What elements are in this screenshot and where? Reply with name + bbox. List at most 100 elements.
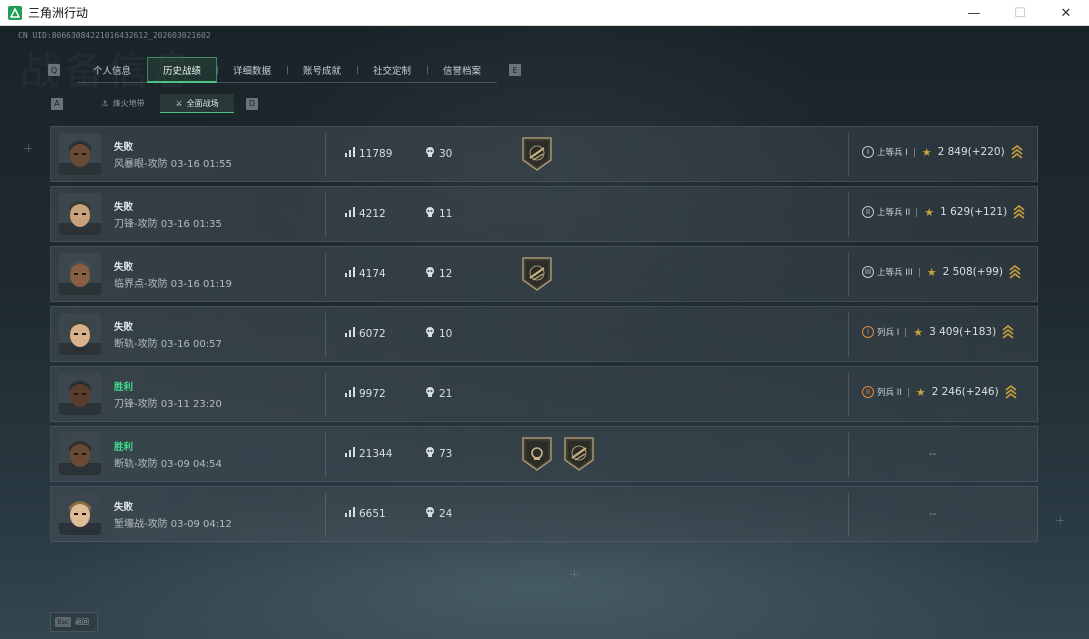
- tab-2[interactable]: 详细数据: [217, 57, 287, 83]
- tab-4[interactable]: 社交定制: [357, 57, 427, 83]
- kills-stat: 30: [425, 147, 452, 160]
- back-button[interactable]: Esc 返回: [50, 612, 98, 632]
- tab-3[interactable]: 账号成就: [287, 57, 357, 83]
- map-and-time: 刀锋-攻防 03-16 01:35: [114, 219, 222, 230]
- row-divider: [325, 433, 326, 477]
- subtab-label: 烽火地带: [112, 99, 145, 108]
- maximize-button[interactable]: ☐: [997, 0, 1043, 26]
- match-result: 失败: [114, 262, 134, 273]
- match-row[interactable]: 失败 断轨-攻防 03-16 00:57 6072 10 I 列兵 I ★ 3 409(+18…: [50, 306, 1038, 362]
- map-and-time: 断轨-攻防 03-09 04:54: [114, 459, 222, 470]
- score-stat: 21344: [345, 447, 392, 460]
- rank-score: 3 409(+183): [929, 326, 997, 338]
- score-stat: 4212: [345, 207, 386, 220]
- match-row[interactable]: 失败 风暴眼-攻防 03-16 01:55 11789 30 I 上等兵 I ★ 2 849(…: [50, 126, 1038, 182]
- rank-badge-icon: I: [862, 146, 874, 158]
- main-tab-bar: Q 个人信息 历史战绩 详细数据 账号成就 社交定制 信誉档案 E: [48, 57, 521, 83]
- rank-info: I 列兵 I ★ 3 409(+183): [862, 325, 1014, 339]
- crosshair-decoration: [1056, 516, 1064, 524]
- subtab-0[interactable]: ⚓ 烽火地带: [86, 94, 160, 113]
- subtab-prev-key[interactable]: A: [51, 97, 63, 110]
- score-stat: 6651: [345, 507, 386, 520]
- app-logo-icon: [8, 5, 22, 20]
- uid-label: CN UID:80663084221016432612_202603021602: [18, 31, 211, 40]
- battlefield-icon: ⚔: [175, 98, 183, 108]
- match-result: 胜利: [114, 442, 134, 453]
- kills-value: 12: [439, 267, 453, 280]
- score-value: 6651: [359, 507, 386, 520]
- score-bars-icon: [345, 387, 355, 400]
- rank-separator: [905, 327, 907, 337]
- tab-1[interactable]: 历史战绩: [147, 57, 217, 83]
- close-button[interactable]: ✕: [1043, 0, 1089, 26]
- rank-name: 列兵 I: [877, 328, 900, 338]
- medal-list: [521, 436, 595, 472]
- rank-badge-icon: I: [862, 326, 874, 338]
- rifle-medal-icon: [521, 256, 553, 292]
- tab-5[interactable]: 信誉档案: [427, 57, 497, 83]
- kills-value: 73: [439, 447, 453, 460]
- score-stat: 4174: [345, 267, 386, 280]
- crosshair-decoration: [570, 570, 578, 578]
- kills-stat: 10: [425, 327, 452, 340]
- tab-next-key[interactable]: E: [509, 64, 521, 76]
- star-icon: ★: [913, 325, 924, 339]
- skull-icon: [425, 507, 435, 520]
- match-row[interactable]: 胜利 刀锋-攻防 03-11 23:20 9972 21 II 列兵 II ★ 2 246(+…: [50, 366, 1038, 422]
- kills-stat: 24: [425, 507, 452, 520]
- star-icon: ★: [915, 385, 926, 399]
- rank-chevrons-icon: [1011, 145, 1023, 159]
- match-result: 失败: [114, 202, 134, 213]
- match-row[interactable]: 失败 堑壕战-攻防 03-09 04:12 6651 24 --: [50, 486, 1038, 542]
- rank-name: 上等兵 II: [877, 208, 911, 218]
- skull-icon: [425, 207, 435, 220]
- score-bars-icon: [345, 507, 355, 520]
- row-divider: [325, 373, 326, 417]
- score-bars-icon: [345, 207, 355, 220]
- match-row[interactable]: 失败 刀锋-攻防 03-16 01:35 4212 11 II 上等兵 II ★ 1 629(…: [50, 186, 1038, 242]
- rank-info: III 上等兵 III ★ 2 508(+99): [862, 265, 1021, 279]
- score-bars-icon: [345, 147, 355, 160]
- row-divider: [325, 193, 326, 237]
- rank-info: II 列兵 II ★ 2 246(+246): [862, 385, 1017, 399]
- rank-chevrons-icon: [1009, 265, 1021, 279]
- match-row[interactable]: 失败临界点-攻防 03-16 01:19 4174 12 III 上等兵 III ★ 2 5…: [50, 246, 1038, 302]
- subtab-next-key[interactable]: D: [246, 97, 258, 110]
- skull-icon: [425, 447, 435, 460]
- esc-key-hint: Esc: [55, 617, 71, 627]
- operator-avatar: [59, 373, 101, 415]
- row-divider: [848, 253, 849, 297]
- operator-avatar: [59, 313, 101, 355]
- kills-value: 30: [439, 147, 453, 160]
- operator-avatar: [59, 433, 101, 475]
- rank-badge-icon: III: [862, 266, 874, 278]
- kills-value: 11: [439, 207, 453, 220]
- sub-tab-bar: A ⚓ 烽火地带 ⚔ 全面战场 D: [51, 94, 258, 113]
- score-value: 6072: [359, 327, 386, 340]
- tab-0[interactable]: 个人信息: [77, 57, 147, 83]
- row-divider: [325, 493, 326, 537]
- kills-value: 21: [439, 387, 453, 400]
- score-stat: 9972: [345, 387, 386, 400]
- star-icon: ★: [921, 145, 932, 159]
- score-value: 9972: [359, 387, 386, 400]
- rank-chevrons-icon: [1002, 325, 1014, 339]
- firezone-icon: ⚓: [101, 99, 109, 108]
- kills-stat: 11: [425, 207, 452, 220]
- match-row[interactable]: 胜利 断轨-攻防 03-09 04:54 21344 73 --: [50, 426, 1038, 482]
- kills-value: 10: [439, 327, 453, 340]
- medal-list: [521, 256, 553, 292]
- match-result: 失败: [114, 502, 134, 513]
- map-and-time: 临界点-攻防 03-16 01:19: [114, 279, 232, 290]
- score-value: 21344: [359, 447, 393, 460]
- tab-prev-key[interactable]: Q: [48, 64, 60, 76]
- rifle-medal-icon: [563, 436, 595, 472]
- row-divider: [848, 493, 849, 537]
- subtab-1[interactable]: ⚔ 全面战场: [160, 94, 234, 113]
- operator-avatar: [59, 493, 101, 535]
- minimize-button[interactable]: —: [951, 0, 997, 26]
- window-titlebar: 三角洲行动 — ☐ ✕: [0, 0, 1089, 26]
- score-bars-icon: [345, 267, 355, 280]
- rank-score: 2 508(+99): [942, 266, 1004, 278]
- medal-list: [521, 136, 553, 172]
